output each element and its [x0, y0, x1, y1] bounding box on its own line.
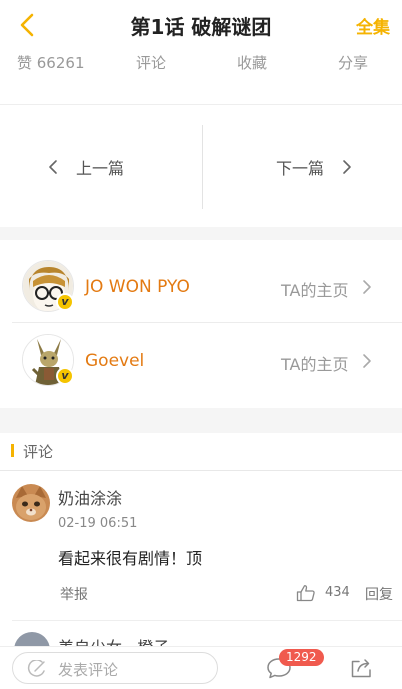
prev-episode-label: 上一篇	[76, 159, 125, 178]
author-row[interactable]: v Goevel TA的主页	[0, 323, 402, 397]
verified-badge: v	[56, 293, 74, 311]
divider	[12, 620, 402, 621]
prev-episode-button[interactable]: 上一篇	[48, 155, 124, 179]
author-name[interactable]: JO WON PYO	[85, 277, 190, 297]
favorite-action[interactable]: 收藏	[237, 52, 267, 73]
action-row: 赞 66261 评论 收藏 分享	[0, 50, 402, 80]
comment-item: 奶油涂涂 02-19 06:51 看起来很有剧情！顶 举报 434 回复	[0, 472, 402, 622]
comments-section-header: 评论	[0, 433, 402, 471]
comment-time: 02-19 06:51	[58, 516, 138, 531]
nav-divider	[202, 125, 203, 209]
share-icon[interactable]	[350, 657, 374, 679]
comment-action[interactable]: 评论	[136, 52, 166, 73]
next-episode-label: 下一篇	[276, 159, 325, 178]
cat-avatar-icon	[12, 484, 50, 522]
episode-navigation: 上一篇 下一篇	[0, 105, 402, 227]
chevron-right-icon	[343, 160, 351, 174]
author-homepage-link[interactable]: TA的主页	[281, 351, 348, 375]
author-row[interactable]: v JO WON PYO TA的主页	[0, 248, 402, 322]
like-count: 434	[325, 585, 350, 600]
top-header: 第1话 破解谜团 全集	[0, 0, 402, 50]
all-episodes-button[interactable]: 全集	[356, 13, 390, 38]
author-homepage-link[interactable]: TA的主页	[281, 277, 348, 301]
chevron-right-icon	[363, 280, 371, 294]
section-gap	[0, 227, 402, 240]
section-gap	[0, 408, 402, 433]
chevron-left-icon	[49, 160, 57, 174]
comment-input[interactable]: 发表评论	[12, 652, 218, 684]
section-marker	[11, 444, 14, 457]
share-action[interactable]: 分享	[338, 52, 368, 73]
like-action[interactable]: 赞 66261	[17, 52, 85, 73]
page-title: 第1话 破解谜团	[130, 15, 272, 39]
bottom-bar: 发表评论 1292	[0, 646, 402, 689]
edit-icon	[27, 660, 45, 677]
comment-text: 看起来很有剧情！顶	[58, 549, 203, 568]
thumbs-up-icon[interactable]	[296, 584, 316, 602]
author-name[interactable]: Goevel	[85, 351, 144, 371]
report-button[interactable]: 举报	[60, 584, 88, 604]
comments-title: 评论	[23, 443, 54, 461]
comment-count-badge: 1292	[279, 649, 324, 666]
chevron-right-icon	[363, 354, 371, 368]
reply-button[interactable]: 回复	[365, 584, 393, 604]
comment-input-placeholder: 发表评论	[58, 661, 119, 679]
verified-badge: v	[56, 367, 74, 385]
next-episode-button[interactable]: 下一篇	[276, 155, 352, 179]
commenter-avatar[interactable]	[12, 484, 50, 522]
commenter-name[interactable]: 奶油涂涂	[58, 485, 122, 509]
